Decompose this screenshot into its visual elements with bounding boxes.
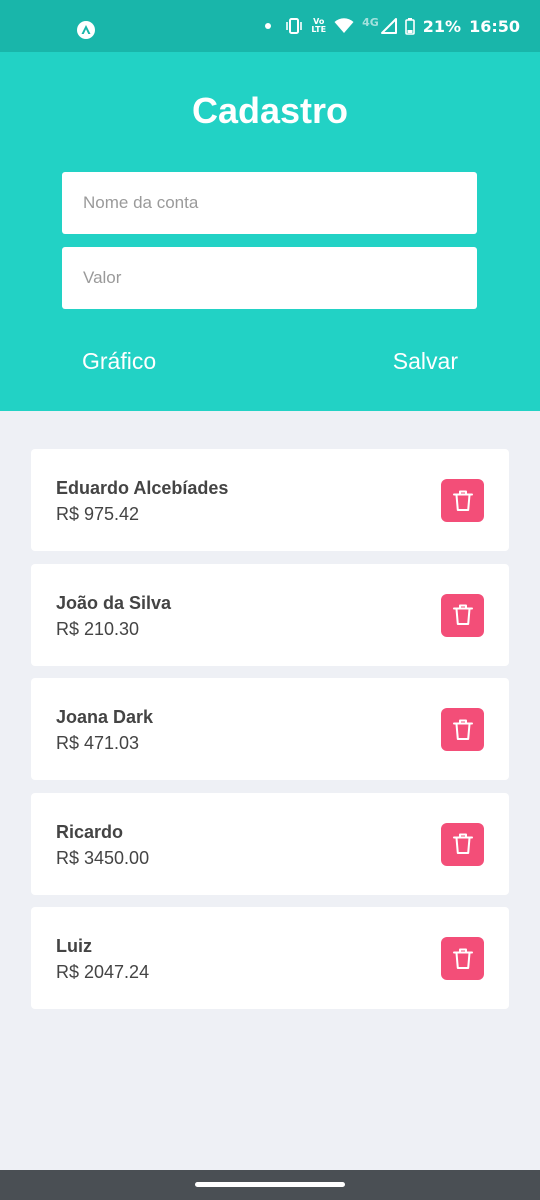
cell-signal-icon: [380, 18, 397, 34]
status-icons: Vo LTE 4G 21% 16:50: [265, 0, 520, 52]
trash-icon: [452, 604, 473, 625]
account-name: Eduardo Alcebíades: [56, 478, 229, 498]
trash-icon: [452, 948, 473, 969]
account-value: R$ 2047.24: [56, 962, 150, 982]
status-bar: Vo LTE 4G 21% 16:50: [0, 0, 540, 52]
account-name: João da Silva: [56, 592, 172, 613]
account-value-input[interactable]: [81, 267, 458, 289]
account-value: R$ 471.03: [56, 733, 140, 753]
account-card: João da Silva R$ 210.30: [31, 563, 509, 666]
network-type-label: 4G: [362, 15, 379, 29]
system-nav-bar: [0, 1170, 540, 1200]
clock: 16:50: [469, 16, 520, 36]
wifi-icon: [334, 18, 354, 33]
delete-button[interactable]: [441, 593, 484, 637]
app-notification-icon: [77, 21, 95, 39]
account-name: Luiz: [56, 936, 92, 956]
account-value-field[interactable]: [62, 247, 477, 309]
delete-button[interactable]: [441, 708, 484, 751]
delete-button[interactable]: [441, 937, 484, 980]
account-value: R$ 975.42: [56, 504, 140, 524]
trash-icon: [452, 833, 473, 854]
battery-icon: [404, 17, 415, 35]
home-gesture-handle[interactable]: [195, 1182, 345, 1187]
account-card: Joana Dark R$ 471.03: [31, 678, 509, 780]
save-button[interactable]: Salvar: [393, 348, 458, 375]
account-name-field[interactable]: [62, 172, 477, 234]
volte-bottom-label: LTE: [311, 25, 327, 34]
vibrate-icon: [286, 18, 303, 34]
trash-icon: [452, 719, 473, 740]
trash-icon: [452, 490, 473, 511]
battery-percent: 21%: [422, 16, 462, 36]
account-card: Ricardo R$ 3450.00: [31, 792, 509, 895]
delete-button[interactable]: [441, 822, 484, 866]
account-name: Joana Dark: [56, 707, 154, 727]
accounts-list: Eduardo Alcebíades R$ 975.42 João da Sil…: [31, 449, 509, 1022]
account-value: R$ 210.30: [56, 618, 140, 639]
account-card: Eduardo Alcebíades R$ 975.42: [31, 449, 509, 551]
chart-button[interactable]: Gráfico: [82, 348, 156, 375]
account-card: Luiz R$ 2047.24: [31, 907, 509, 1009]
account-name: Ricardo: [56, 821, 124, 842]
account-name-input[interactable]: [81, 192, 458, 214]
account-value: R$ 3450.00: [56, 847, 150, 868]
notification-dot-icon: [265, 23, 272, 29]
volte-icon: Vo LTE: [311, 18, 326, 34]
delete-button[interactable]: [441, 479, 484, 522]
form-header: Cadastro Gráfico Salvar: [0, 52, 540, 411]
page-title: Cadastro: [191, 90, 349, 131]
